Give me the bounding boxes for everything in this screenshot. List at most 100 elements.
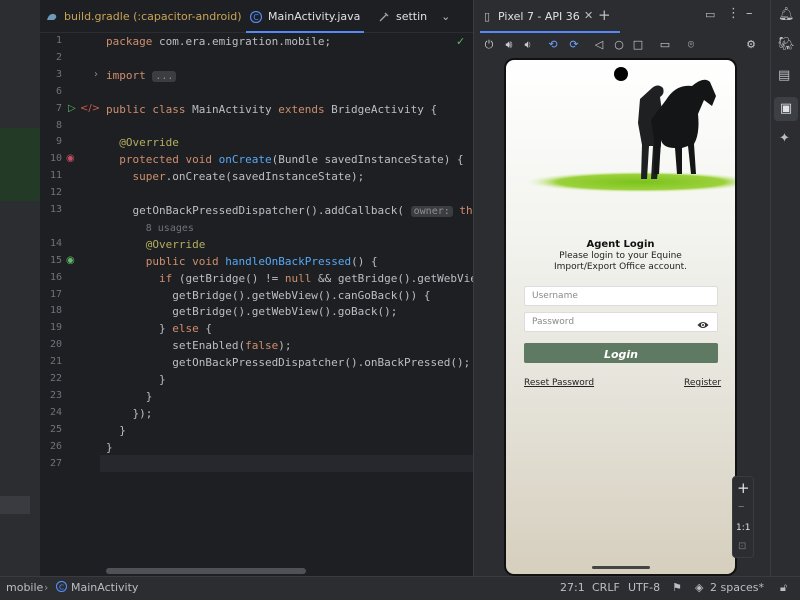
code-line[interactable]: import ...	[106, 69, 177, 82]
reset-password-link[interactable]: Reset Password	[524, 378, 594, 388]
home-gesture-bar[interactable]	[592, 566, 650, 569]
code-line[interactable]: public class MainActivity extends Bridge…	[106, 103, 437, 116]
code-line[interactable]: getBridge().getWebView().canGoBack()) {	[106, 289, 430, 302]
no-problems-check-icon[interactable]: ✓	[456, 35, 465, 48]
volume-down-icon[interactable]: 🔉︎	[521, 38, 535, 52]
indent-setting[interactable]: 2 spaces*	[710, 581, 764, 594]
override-marker-icon[interactable]: ◉	[66, 153, 75, 164]
code-line[interactable]: protected void onCreate(Bundle savedInst…	[106, 153, 463, 166]
zoom-out-icon[interactable]: –	[738, 499, 745, 514]
rotate-right-icon[interactable]: ⟳	[567, 38, 581, 51]
line-number: 15	[49, 254, 62, 266]
code-line[interactable]: setEnabled(false);	[106, 339, 291, 352]
tab-label: build.gradle (:capacitor-android)	[64, 10, 242, 23]
show-password-eye-icon[interactable]	[697, 316, 709, 335]
device-manager-icon[interactable]: ▤	[778, 68, 790, 83]
code-line[interactable]: getBridge().getWebView().goBack();	[106, 305, 397, 318]
breadcrumb-class-icon: C	[55, 580, 68, 595]
code-line[interactable]: package com.era.emigration.mobile;	[106, 35, 331, 48]
status-bar: mobile › C MainActivity 27:1 CRLF UTF-8 …	[0, 576, 800, 600]
register-link[interactable]: Register	[684, 378, 721, 388]
line-number: 13	[49, 204, 62, 215]
line-number: 1	[55, 35, 62, 46]
status-icons: ◉ ◆ ▪	[544, 69, 565, 77]
zoom-one-to-one[interactable]: 1:1	[736, 523, 750, 533]
line-separator[interactable]: CRLF	[592, 581, 620, 594]
code-line[interactable]: } else {	[106, 322, 212, 335]
tab-list-chevron-icon[interactable]: ⌄	[441, 10, 450, 23]
code-line[interactable]: }	[106, 424, 126, 437]
readonly-lock-icon[interactable]: 🔓︎	[780, 581, 787, 595]
minimize-panel-icon[interactable]: –	[746, 6, 753, 21]
code-line[interactable]: }	[106, 373, 166, 386]
home-icon[interactable]: ○	[612, 38, 626, 51]
line-number: 26	[49, 440, 62, 452]
ai-assistant-icon[interactable]: ✦	[779, 131, 790, 146]
settings-icon[interactable]: ⚙	[744, 38, 758, 51]
horizontal-scrollbar[interactable]	[106, 568, 306, 574]
code-line[interactable]: getOnBackPressedDispatcher().onBackPress…	[106, 356, 470, 369]
device-tab-bar: ▯ Pixel 7 - API 36 ✕ + ▭ ⋮ –	[474, 0, 771, 33]
svg-text:C: C	[253, 13, 259, 22]
line-number: 6	[55, 85, 62, 97]
line-number: 7	[55, 102, 62, 114]
back-icon[interactable]: ◁	[592, 38, 606, 51]
line-number: 11	[49, 170, 62, 182]
code-line[interactable]: @Override	[106, 238, 206, 251]
camera-cutout	[614, 67, 628, 81]
file-encoding[interactable]: UTF-8	[628, 581, 660, 594]
password-field[interactable]: Password	[524, 312, 718, 332]
login-button[interactable]: Login	[524, 343, 718, 363]
power-icon[interactable]: ⏻	[482, 38, 496, 52]
code-line[interactable]: @Override	[106, 136, 179, 149]
username-field[interactable]: Username	[524, 286, 718, 306]
code-style-icon[interactable]: ⚑	[672, 581, 682, 594]
code-line[interactable]: public void handleOnBackPressed() {	[106, 255, 378, 268]
tab-settings[interactable]: settin ⌄	[378, 0, 450, 33]
tab-build-gradle[interactable]: build.gradle (:capacitor-android)	[46, 0, 242, 33]
web-icon[interactable]: </>	[80, 103, 100, 114]
breadcrumb-chevron-icon: ›	[44, 581, 49, 594]
code-line[interactable]: if (getBridge() != null && getBridge().g…	[106, 272, 473, 285]
breadcrumb-file[interactable]: MainActivity	[71, 581, 138, 594]
code-line[interactable]: }	[106, 441, 113, 454]
java-class-icon: C	[249, 10, 263, 23]
gradle-tool-icon[interactable]: 🐘︎	[778, 37, 795, 52]
tab-mainactivity[interactable]: C MainActivity.java	[245, 0, 365, 33]
line-number: 21	[49, 356, 62, 368]
window-restore-icon[interactable]: ▭	[705, 8, 715, 21]
phone-screen[interactable]: 12:31 ◉ ◆ ▪ ▾ ▮ Agent Login Please login…	[504, 58, 737, 576]
screenshot-icon[interactable]: ⌾	[684, 38, 698, 52]
code-area[interactable]: package com.era.emigration.mobile; import…	[100, 33, 473, 576]
fit-screen-icon[interactable]: ⊡	[738, 541, 746, 552]
add-device-icon[interactable]: +	[598, 6, 611, 24]
volume-up-icon[interactable]: 🔊︎	[502, 38, 516, 52]
fold-toggle-icon[interactable]: ›	[94, 69, 98, 80]
code-line[interactable]: super.onCreate(savedInstanceState);	[106, 170, 365, 183]
selected-row-highlight	[0, 496, 30, 514]
fold-icon[interactable]: ▭	[658, 38, 672, 51]
run-class-icon[interactable]: ▷	[68, 103, 76, 114]
code-line[interactable]: 8 usages	[106, 221, 194, 234]
close-tab-icon[interactable]: ✕	[584, 9, 593, 22]
code-line[interactable]: getOnBackPressedDispatcher().addCallback…	[106, 204, 473, 217]
breadcrumb-project[interactable]: mobile	[6, 581, 43, 594]
overview-icon[interactable]: □	[631, 38, 645, 51]
code-line[interactable]: }	[106, 390, 153, 403]
running-devices-icon[interactable]: ▣	[774, 97, 798, 121]
settings-file-icon	[378, 11, 390, 23]
zoom-in-icon[interactable]: +	[737, 479, 750, 497]
notifications-icon[interactable]: 🔔︎	[778, 7, 795, 22]
line-number: 8	[55, 119, 62, 131]
tab-label: MainActivity.java	[268, 10, 361, 23]
line-number: 2	[55, 51, 62, 63]
code-line[interactable]: });	[106, 407, 152, 420]
device-tab[interactable]: Pixel 7 - API 36	[498, 10, 580, 23]
rotate-left-icon[interactable]: ⟲	[546, 38, 560, 51]
implements-marker-icon[interactable]: ◉	[66, 255, 75, 266]
caret-position[interactable]: 27:1	[560, 581, 585, 594]
more-options-icon[interactable]: ⋮	[727, 6, 740, 21]
line-number: 3	[55, 68, 62, 80]
line-number: 23	[49, 389, 62, 401]
running-devices-panel: ▯ Pixel 7 - API 36 ✕ + ▭ ⋮ – ⏻ 🔊︎ 🔉︎ ⟲ ⟳…	[473, 0, 770, 576]
